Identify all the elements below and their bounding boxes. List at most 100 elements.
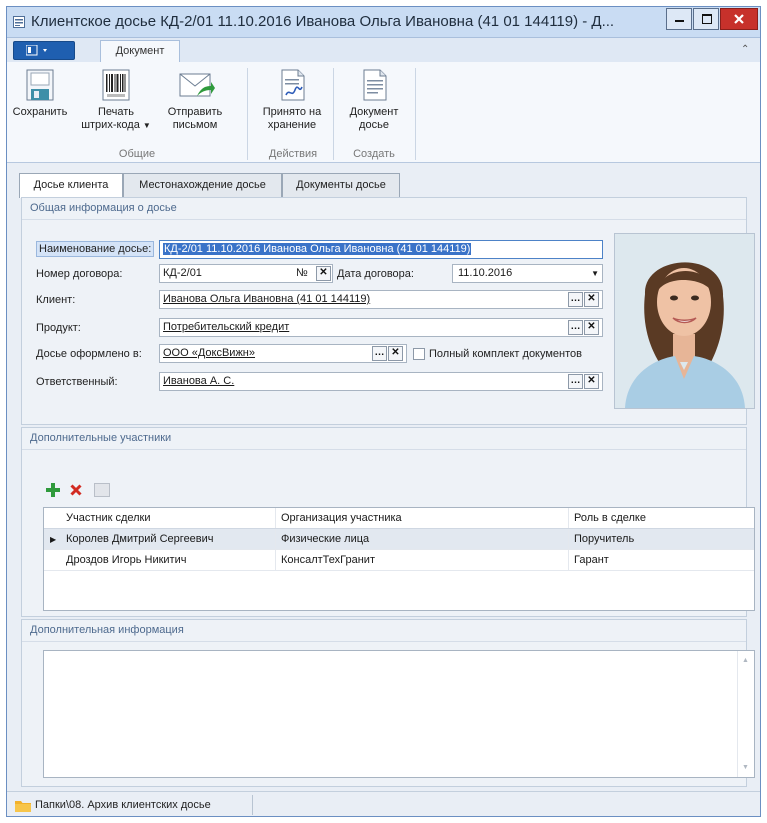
table-header: Участник сделки Организация участника Ро… <box>44 508 754 529</box>
responsible-link[interactable]: Иванова А. С. <box>163 375 234 387</box>
client-link[interactable]: Иванова Ольга Ивановна (41 01 144119) <box>163 293 370 305</box>
scroll-up-icon[interactable]: ▲ <box>742 657 749 664</box>
client-clear-button[interactable]: ✕ <box>584 292 599 307</box>
close-icon <box>734 14 744 24</box>
tab-dossier-location[interactable]: Местонахождение досье <box>123 173 282 197</box>
minimize-button[interactable] <box>666 8 692 30</box>
organization-cell: Физические лица <box>281 533 370 545</box>
responsible-clear-button[interactable]: ✕ <box>584 374 599 389</box>
delete-icon[interactable] <box>70 484 82 496</box>
clear-icon: ✕ <box>587 375 596 386</box>
send-mail-label-2: письмом <box>172 119 218 131</box>
accept-storage-label-1: Принято на <box>262 106 322 118</box>
dossier-name-field[interactable]: КД-2/01 11.10.2016 Иванова Ольга Ивановн… <box>159 240 603 259</box>
product-label: Продукт: <box>36 322 81 334</box>
ribbon-toolbar: Сохранить Печать штрих-кода ▼ Отправить … <box>7 62 760 163</box>
participants-title: Дополнительные участники <box>22 428 746 450</box>
column-header-participant[interactable]: Участник сделки <box>66 508 151 529</box>
role-cell: Гарант <box>574 554 609 566</box>
full-set-checkbox[interactable] <box>413 348 425 360</box>
contract-number-field[interactable]: КД-2/01 № ✕ <box>159 264 333 283</box>
close-button[interactable] <box>720 8 758 30</box>
minimize-icon <box>675 20 684 22</box>
group-separator <box>333 68 334 160</box>
client-browse-button[interactable]: … <box>568 292 583 307</box>
number-sign: № <box>296 267 308 279</box>
save-button[interactable]: Сохранить <box>11 68 69 119</box>
participants-panel: Дополнительные участники Участник сделки… <box>21 427 755 617</box>
edit-icon[interactable] <box>94 483 110 497</box>
ellipsis-icon: … <box>570 321 581 332</box>
issued-in-field[interactable]: ООО «ДоксВижн» … ✕ <box>159 344 407 363</box>
folder-icon <box>15 801 31 812</box>
contract-date-field[interactable]: 11.10.2016 ▼ <box>452 264 603 283</box>
scroll-down-icon[interactable]: ▼ <box>742 764 749 771</box>
maximize-button[interactable] <box>693 8 719 30</box>
print-barcode-label-1: Печать <box>97 106 135 118</box>
product-browse-button[interactable]: … <box>568 320 583 335</box>
save-icon <box>26 69 54 101</box>
clear-icon: ✕ <box>587 293 596 304</box>
client-field[interactable]: Иванова Ольга Ивановна (41 01 144119) … … <box>159 290 603 309</box>
full-set-label: Полный комплект документов <box>429 348 583 360</box>
title-bar[interactable]: Клиентское досье КД-2/01 11.10.2016 Иван… <box>7 7 760 38</box>
vertical-scrollbar[interactable]: ▲ ▼ <box>737 651 754 777</box>
send-mail-label-1: Отправить <box>167 106 223 118</box>
product-link[interactable]: Потребительский кредит <box>163 321 289 333</box>
participants-table: Участник сделки Организация участника Ро… <box>43 507 755 611</box>
general-info-title: Общая информация о досье <box>22 198 746 220</box>
ribbon-tabs: Документ ⌃ <box>7 38 760 62</box>
column-header-organization[interactable]: Организация участника <box>281 508 402 529</box>
app-window: Клиентское досье КД-2/01 11.10.2016 Иван… <box>6 6 761 817</box>
issued-in-link[interactable]: ООО «ДоксВижн» <box>163 347 255 359</box>
barcode-icon <box>102 69 130 101</box>
ellipsis-icon: … <box>374 347 385 358</box>
responsible-field[interactable]: Иванова А. С. … ✕ <box>159 372 603 391</box>
column-header-role[interactable]: Роль в сделке <box>574 508 646 529</box>
table-row[interactable]: ▶ Королев Дмитрий Сергеевич Физические л… <box>44 529 754 550</box>
window-icon <box>13 16 25 28</box>
responsible-label: Ответственный: <box>36 376 118 388</box>
dossier-document-label-1: Документ <box>349 106 399 118</box>
group-label-create: Создать <box>353 148 395 160</box>
group-label-general: Общие <box>118 148 156 160</box>
issued-in-browse-button[interactable]: … <box>372 346 387 361</box>
tab-client-dossier[interactable]: Досье клиента <box>19 173 123 198</box>
date-dropdown-icon[interactable]: ▼ <box>591 265 599 282</box>
dossier-name-label: Наименование досье: <box>36 241 155 257</box>
column-separator <box>568 529 569 549</box>
product-clear-button[interactable]: ✕ <box>584 320 599 335</box>
contract-date-label: Дата договора: <box>337 268 414 280</box>
column-separator <box>275 529 276 549</box>
add-icon[interactable] <box>46 483 60 497</box>
save-label: Сохранить <box>12 106 68 118</box>
responsible-browse-button[interactable]: … <box>568 374 583 389</box>
tab-document[interactable]: Документ <box>100 40 180 62</box>
issued-in-label: Досье оформлено в: <box>36 348 142 360</box>
ribbon-collapse-icon[interactable]: ⌃ <box>741 44 749 55</box>
contract-number-clear-button[interactable]: ✕ <box>316 266 331 281</box>
additional-info-textarea[interactable]: ▲ ▼ <box>43 650 755 778</box>
issued-in-clear-button[interactable]: ✕ <box>388 346 403 361</box>
organization-cell: КонсалтТехГранит <box>281 554 375 566</box>
dropdown-arrow-icon: ▼ <box>142 121 151 130</box>
print-barcode-button[interactable]: Печать штрих-кода ▼ <box>79 68 153 132</box>
client-photo[interactable] <box>614 233 755 409</box>
window-title: Клиентское досье КД-2/01 11.10.2016 Иван… <box>31 13 615 30</box>
dossier-document-button[interactable]: Документ досье <box>343 68 405 132</box>
column-separator <box>275 508 276 528</box>
folder-path[interactable]: Папки\08. Архив клиентских досье <box>35 799 211 811</box>
table-row[interactable]: Дроздов Игорь Никитич КонсалтТехГранит Г… <box>44 550 754 571</box>
product-field[interactable]: Потребительский кредит … ✕ <box>159 318 603 337</box>
tab-dossier-documents[interactable]: Документы досье <box>282 173 400 197</box>
column-separator <box>568 508 569 528</box>
send-mail-button[interactable]: Отправить письмом <box>159 68 231 132</box>
group-separator <box>247 68 248 160</box>
participant-cell: Дроздов Игорь Никитич <box>66 554 187 566</box>
app-menu-button[interactable] <box>13 41 75 60</box>
print-barcode-label-2-text: штрих-кода <box>81 119 140 131</box>
group-separator <box>415 68 416 160</box>
accept-storage-button[interactable]: Принято на хранение <box>257 68 327 132</box>
dossier-document-label-2: досье <box>359 119 389 131</box>
menu-icon <box>26 45 47 56</box>
